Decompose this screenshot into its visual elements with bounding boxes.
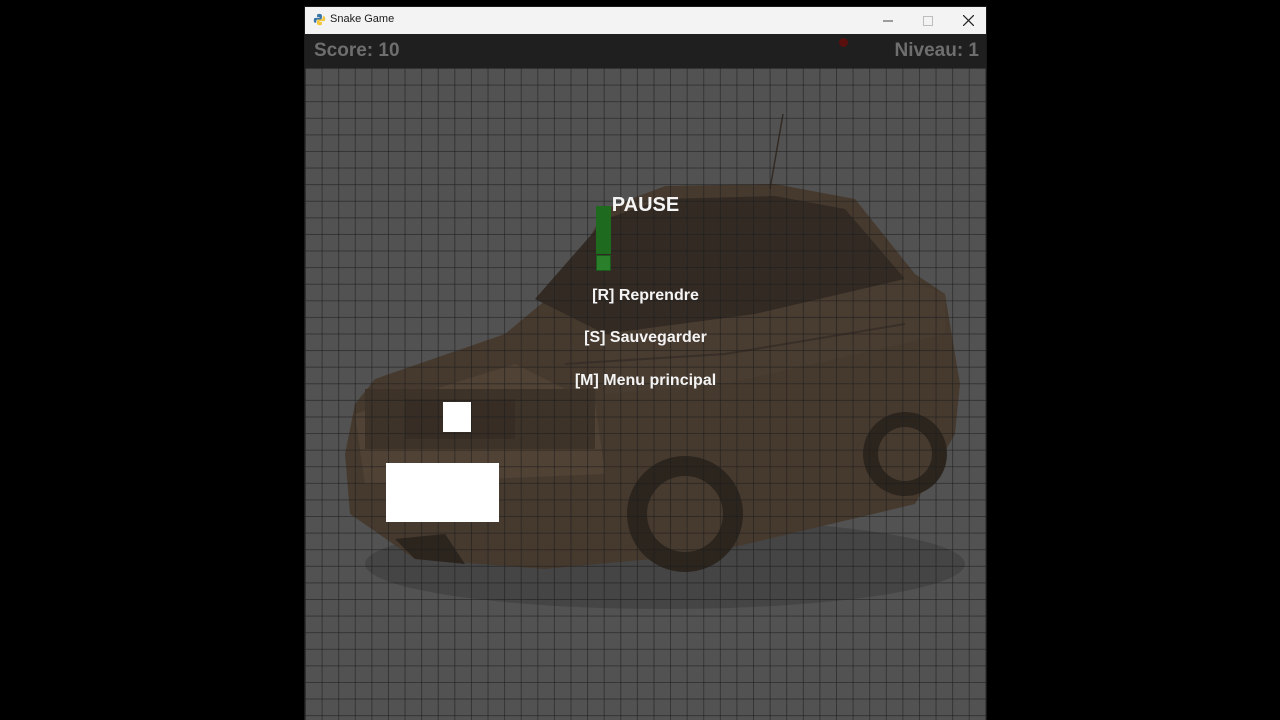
obstacle-block [443,402,471,432]
snake-segment [596,255,611,271]
minimize-icon [883,20,893,21]
maximize-icon [923,15,933,26]
maximize-button[interactable] [908,7,948,34]
close-icon [962,15,974,26]
python-icon [313,13,326,26]
food-pellet [839,38,848,47]
save-option[interactable]: [S] Sauvegarder [305,329,986,347]
hud-bar: Score: 10 Niveau: 1 [305,34,986,68]
minimize-button[interactable] [868,7,908,34]
pause-title: PAUSE [611,194,680,216]
game-canvas[interactable]: Score: 10 Niveau: 1 PAUSE [R] Reprendre … [305,34,986,720]
close-button[interactable] [948,7,988,34]
snake-segment [596,238,611,254]
window-title: Snake Game [330,13,395,25]
game-window: Snake Game Score: 10 Niveau: 1 PAUSE [R]… [305,7,986,720]
title-bar[interactable]: Snake Game [305,7,986,35]
level-label: Niveau: 1 [894,40,979,61]
snake-segment [596,222,611,238]
score-label: Score: 10 [314,40,400,61]
main-menu-option[interactable]: [M] Menu principal [305,372,986,390]
resume-option[interactable]: [R] Reprendre [305,287,986,305]
obstacle-block [386,463,499,522]
